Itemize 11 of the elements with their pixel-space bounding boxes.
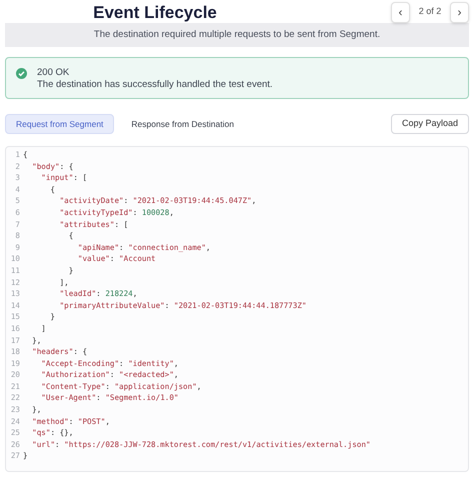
copy-payload-button[interactable]: Copy Payload bbox=[390, 114, 469, 134]
previous-button[interactable]: ‹ bbox=[391, 2, 410, 22]
status-message: The destination has successfully handled the test event. bbox=[37, 79, 273, 91]
page-indicator: 2 of 2 bbox=[418, 5, 442, 18]
status-title: 200 OK bbox=[37, 67, 70, 79]
tab[interactable]: Response from Destination bbox=[120, 114, 245, 134]
tab[interactable]: Request from Segment bbox=[5, 114, 114, 134]
next-button[interactable]: › bbox=[450, 2, 469, 22]
info-banner: The destination required multiple requests to be sent from Segment. bbox=[5, 23, 469, 47]
page-title: Event Lifecycle bbox=[93, 4, 217, 20]
check-circle-icon bbox=[16, 68, 27, 79]
